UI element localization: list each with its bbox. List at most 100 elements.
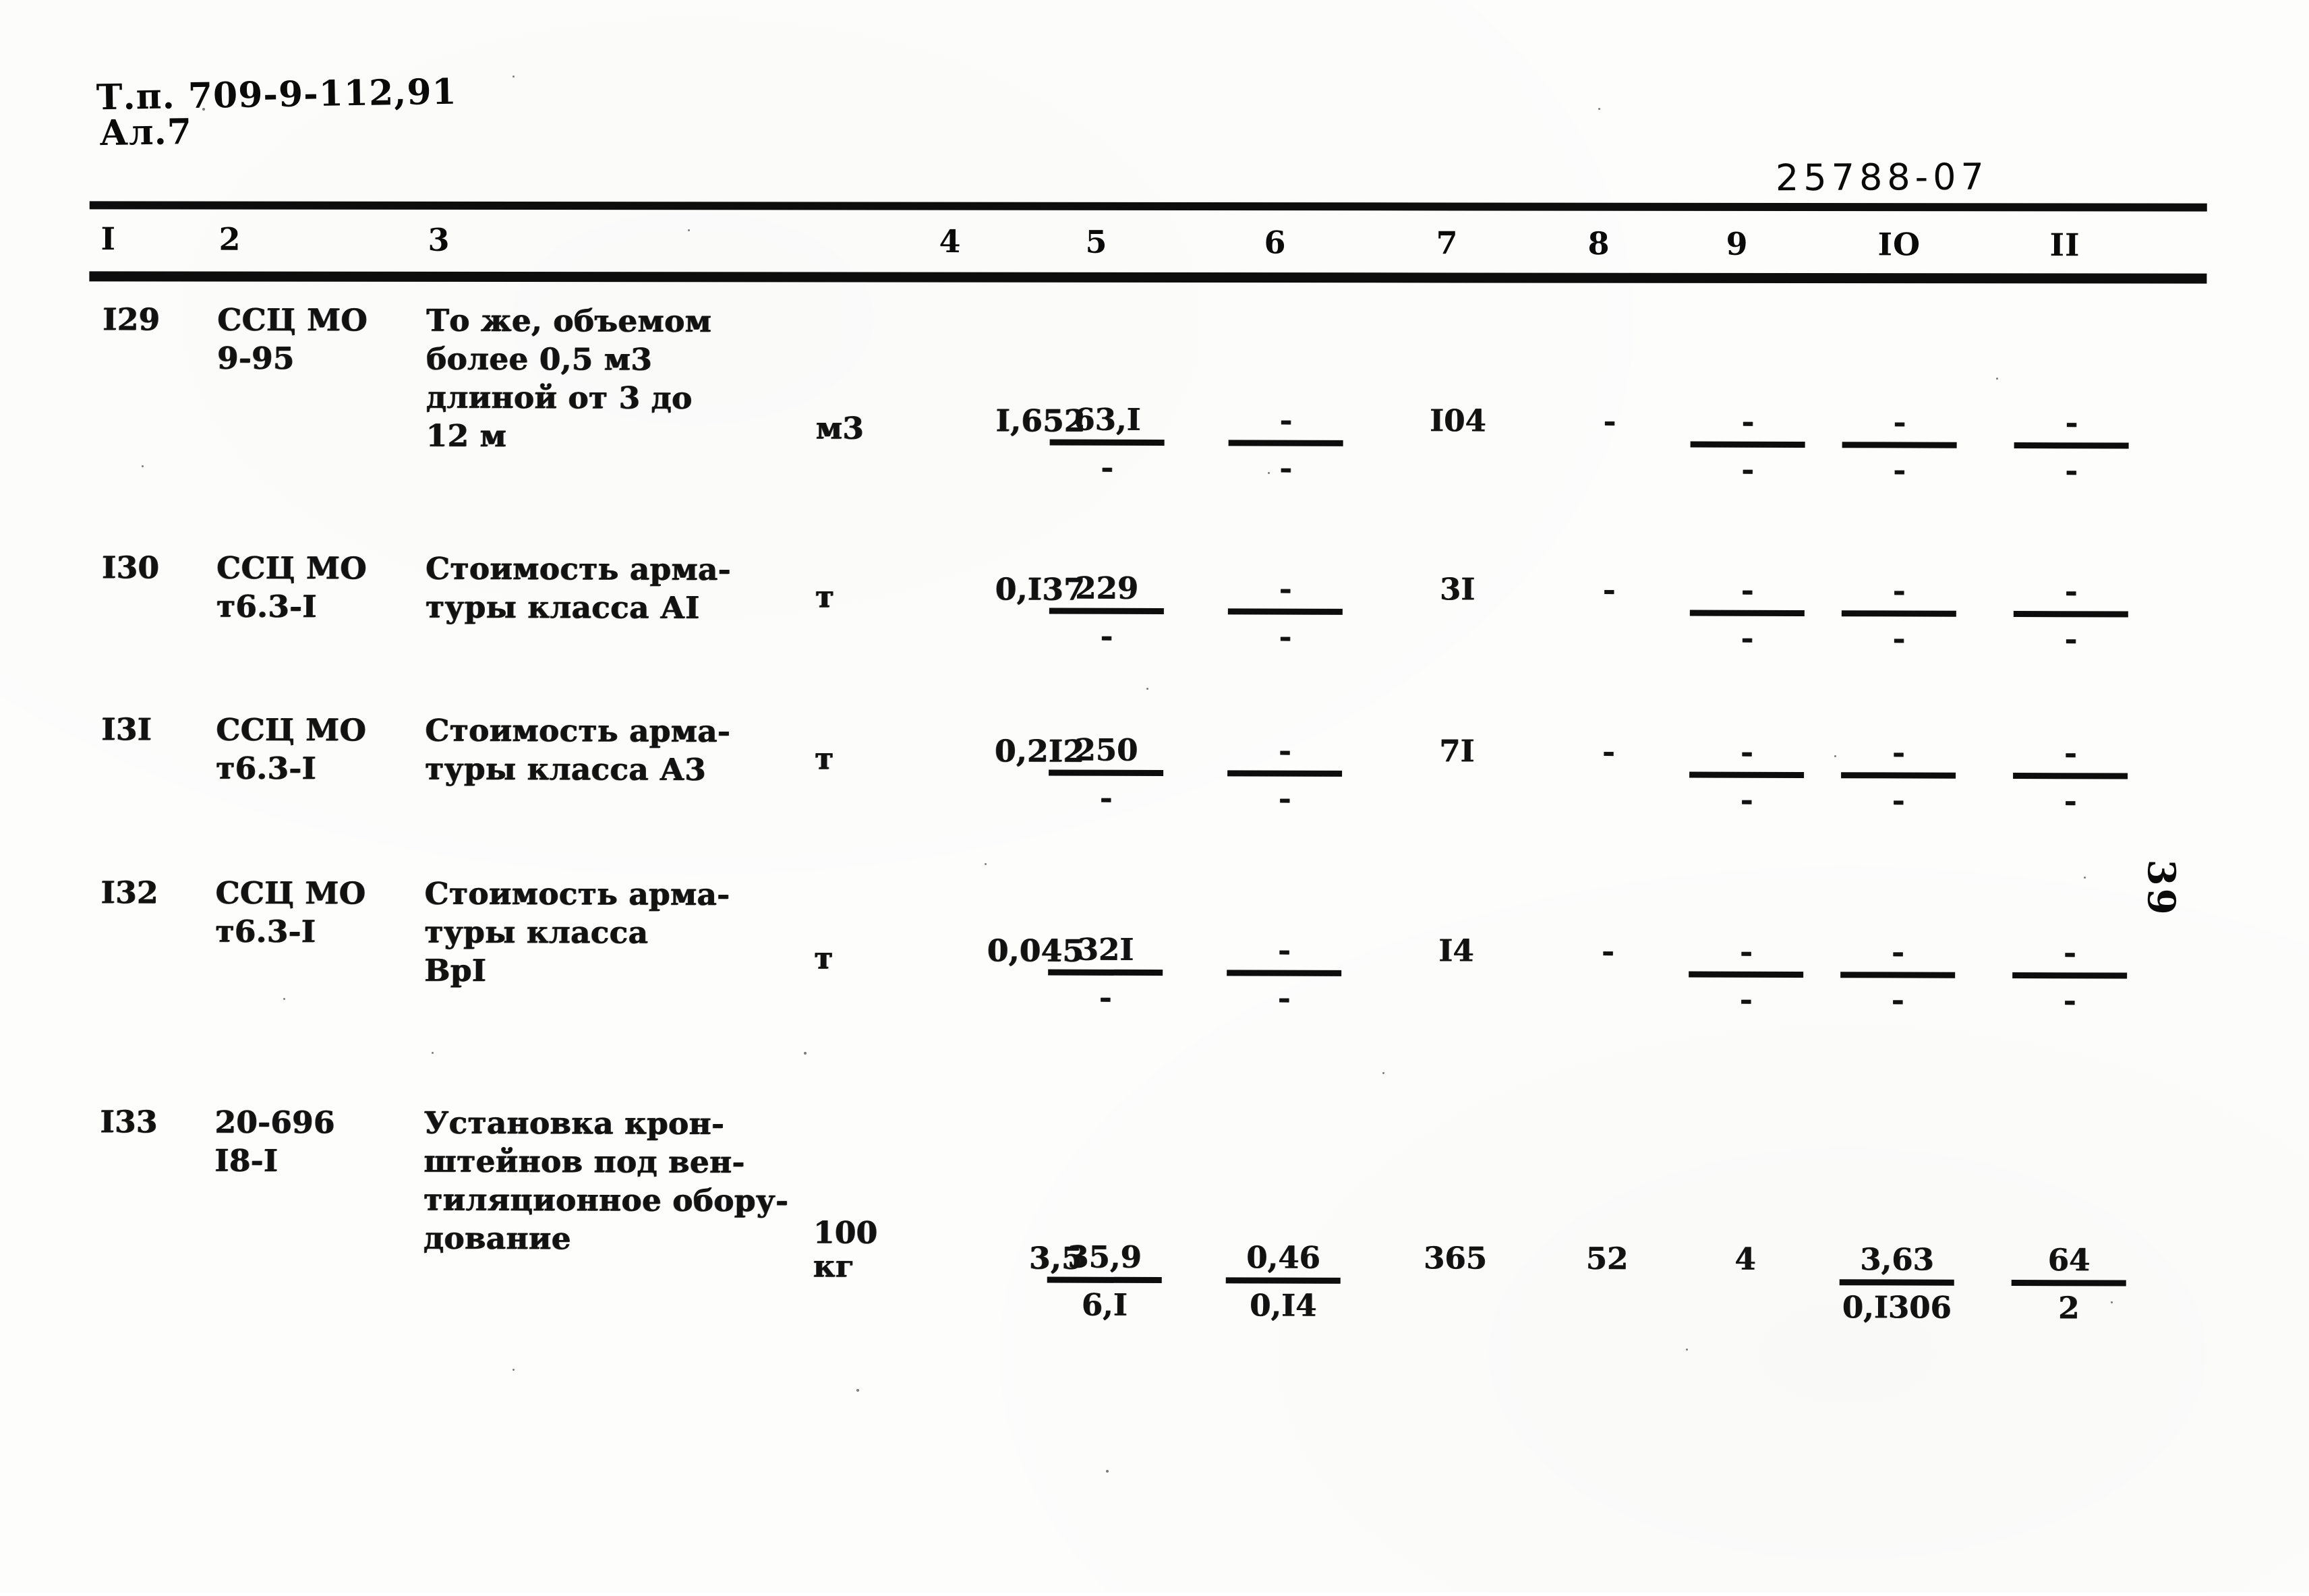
row-col9-value-numerator: - — [1689, 933, 1804, 978]
page-background: Т.п. 709-9-112,91 Ал.7 25788-07 I23456789… — [0, 0, 2309, 1593]
scan-speck — [142, 465, 144, 467]
row-unit: т — [815, 740, 834, 777]
row-col5-value-numerator: 35,9 — [1047, 1239, 1162, 1284]
row-number: I3I — [101, 711, 152, 748]
row-col10-value-denominator: - — [1892, 782, 1905, 819]
row-col5-value-numerator: 32I — [1048, 931, 1163, 976]
row-col11-value-numerator: 64 — [2011, 1241, 2126, 1287]
row-col11-value-numerator: - — [2014, 405, 2129, 449]
row-col7-value: 7I — [1438, 733, 1475, 769]
row-col9-value: -- — [1689, 734, 1805, 819]
row-col10-value-denominator: 0,I306 — [1842, 1289, 1952, 1326]
scan-speck — [804, 1052, 807, 1055]
row-col9-value-denominator: - — [1741, 620, 1754, 656]
scan-speck — [432, 1052, 434, 1054]
row-col9-value-denominator: - — [1741, 451, 1754, 487]
scan-speck — [1834, 755, 1836, 757]
row-col6-value-denominator: - — [1279, 450, 1292, 486]
scan-speck — [1686, 1349, 1688, 1351]
row-col6-value: -- — [1227, 570, 1343, 655]
row-col6-value: -- — [1228, 402, 1343, 487]
row-col11-value-denominator: - — [2065, 452, 2078, 489]
row-code: 20-696 I8-I — [214, 1104, 335, 1179]
scan-speck — [1598, 108, 1600, 110]
row-col6-value-denominator: - — [1279, 618, 1292, 655]
row-col5-value-denominator: - — [1099, 779, 1113, 816]
row-col10-value: -- — [1841, 734, 1956, 819]
row-col8-value: 52 — [1585, 1241, 1629, 1277]
row-col9-value-denominator: - — [1740, 781, 1753, 818]
row-col6-value-numerator: - — [1228, 402, 1343, 446]
row-col11-value: -- — [2013, 573, 2129, 658]
row-unit: т — [815, 579, 835, 615]
row-col11-value: 64 2 — [2011, 1241, 2126, 1327]
scan-speck — [202, 108, 205, 111]
row-col11-value-numerator: - — [2013, 573, 2129, 618]
row-col5-value-denominator: 6,I — [1081, 1287, 1128, 1323]
row-number: I32 — [100, 875, 158, 911]
row-unit: т — [814, 940, 834, 976]
row-col11-value: -- — [2012, 934, 2128, 1019]
row-col10-value-numerator: - — [1841, 572, 1957, 617]
row-col5-value: 63,I - — [1049, 401, 1165, 487]
table-row: I30 ССЦ МО т6.3-I Стоимость арма- туры кла… — [3, 0, 2309, 657]
row-col11-value-denominator: - — [2064, 783, 2077, 819]
row-col6-value: 0,46 0,I4 — [1225, 1239, 1341, 1324]
row-col10-value-denominator: - — [1892, 620, 1906, 657]
table-row: I32 ССЦ МО т6.3-I Стоимость арма- туры кла… — [3, 0, 2309, 1018]
row-col6-value-numerator: - — [1227, 932, 1342, 976]
row-col6-value-denominator: - — [1277, 980, 1291, 1016]
row-description: Стоимость арма- туры класса А3 — [425, 712, 731, 788]
row-description: Стоимость арма- туры класса ВрI — [424, 875, 730, 988]
row-col11-value-numerator: - — [2012, 934, 2128, 979]
row-col6-value-denominator: - — [1278, 780, 1291, 817]
row-col11-value-denominator: 2 — [2057, 1290, 2080, 1326]
scan-speck — [688, 229, 690, 231]
row-col10-value-numerator: 3,63 — [1839, 1241, 1954, 1286]
row-col10-value: 3,63 0,I306 — [1839, 1241, 1954, 1326]
scan-speck — [1382, 1072, 1384, 1074]
row-col11-value-numerator: - — [2013, 734, 2128, 779]
scan-speck — [1106, 1470, 1109, 1473]
row-col10-value: -- — [1840, 934, 1956, 1019]
row-col9-value: -- — [1689, 933, 1804, 1018]
row-col10-value-numerator: - — [1841, 734, 1956, 779]
row-col11-value: -- — [2013, 734, 2128, 820]
row-col6-value-denominator: 0,I4 — [1249, 1287, 1317, 1324]
scan-speck — [1268, 472, 1270, 474]
row-col5-value: 32I - — [1048, 931, 1163, 1017]
row-unit: м3 — [815, 410, 865, 446]
row-col5-value-denominator: - — [1099, 979, 1112, 1015]
row-col5-value-denominator: - — [1101, 449, 1113, 485]
row-col6-value: -- — [1227, 732, 1343, 817]
row-col5-value-numerator: 63,I — [1049, 401, 1165, 446]
row-col10-value-numerator: - — [1840, 934, 1956, 978]
row-col9-value: -- — [1690, 403, 1805, 488]
scan-speck — [1996, 378, 1998, 380]
row-col10-value-denominator: - — [1891, 982, 1904, 1018]
row-col7-value: 3I — [1439, 571, 1475, 608]
row-col11-value-denominator: - — [2064, 621, 2078, 657]
row-col6-value-numerator: 0,46 — [1225, 1239, 1341, 1284]
scan-speck — [513, 1369, 515, 1371]
row-col9-value: 4 — [1734, 1241, 1756, 1277]
row-description: Стоимость арма- туры класса АI — [425, 550, 731, 626]
row-col10-value: -- — [1841, 572, 1957, 657]
scan-speck — [513, 76, 515, 78]
row-col8-value: - — [1602, 734, 1615, 770]
table-row: I3I ССЦ МО т6.3-I Стоимость арма- туры кла… — [3, 0, 2309, 819]
row-code: ССЦ МО т6.3-I — [216, 711, 367, 787]
scan-speck — [985, 863, 987, 865]
scan-speck — [2111, 1301, 2113, 1303]
row-col5-value-numerator: 229 — [1049, 570, 1165, 615]
row-col8-value: - — [1603, 403, 1616, 440]
row-code: ССЦ МО т6.3-I — [216, 550, 367, 625]
row-description: То же, объемом более 0,5 м3 длиной от 3 … — [426, 302, 712, 454]
row-col5-value: 35,9 6,I — [1047, 1239, 1162, 1324]
row-col10-value: -- — [1842, 404, 1957, 489]
row-col9-value-numerator: - — [1689, 734, 1805, 779]
row-col9-value: -- — [1689, 572, 1805, 657]
row-col5-value: 229- — [1049, 570, 1165, 655]
row-number: I29 — [103, 301, 160, 338]
row-number: I33 — [100, 1104, 158, 1140]
